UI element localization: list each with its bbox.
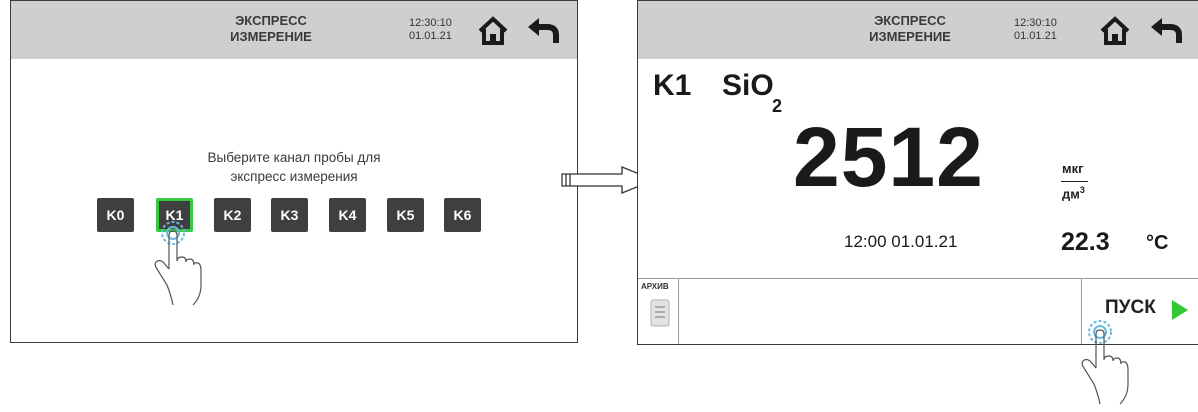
clock: 12:30:10 01.01.21 bbox=[1014, 17, 1057, 43]
title-line-1: ЭКСПРЕСС bbox=[874, 13, 946, 28]
back-arrow-icon[interactable] bbox=[1148, 15, 1184, 45]
title-line-2: ИЗМЕРЕНИЕ bbox=[230, 29, 312, 44]
clock: 12:30:10 01.01.21 bbox=[409, 17, 452, 43]
back-arrow-icon[interactable] bbox=[525, 15, 561, 45]
unit-numerator: мкг bbox=[1062, 161, 1084, 176]
measurement-screen: ЭКСПРЕСС ИЗМЕРЕНИЕ 12:30:10 01.01.21 K1 … bbox=[637, 0, 1198, 345]
component-label: SiO bbox=[722, 69, 774, 102]
channel-button-k5[interactable]: K5 bbox=[387, 198, 424, 232]
unit-power: 3 bbox=[1079, 185, 1085, 195]
channel-button-k0[interactable]: K0 bbox=[97, 198, 134, 232]
screen-title: ЭКСПРЕСС ИЗМЕРЕНИЕ bbox=[211, 13, 331, 45]
measurement-timestamp: 12:00 01.01.21 bbox=[844, 232, 958, 251]
start-label: ПУСК bbox=[1105, 297, 1156, 318]
unit-fraction-line bbox=[1061, 181, 1088, 182]
temperature-value: 22.3 bbox=[1061, 228, 1110, 256]
home-icon[interactable] bbox=[1099, 14, 1131, 46]
title-bar: ЭКСПРЕСС ИЗМЕРЕНИЕ 12:30:10 01.01.21 bbox=[11, 1, 577, 59]
channel-select-screen: ЭКСПРЕСС ИЗМЕРЕНИЕ 12:30:10 01.01.21 Выб… bbox=[10, 0, 578, 343]
measurement-value: 2512 bbox=[793, 110, 984, 204]
touch-hand-icon bbox=[154, 221, 202, 306]
clock-date: 01.01.21 bbox=[1014, 30, 1057, 42]
archive-button[interactable]: АРХИВ bbox=[638, 279, 679, 344]
prompt-line-2: экспресс измерения bbox=[230, 169, 358, 184]
channel-button-k2[interactable]: K2 bbox=[214, 198, 251, 232]
archive-label: АРХИВ bbox=[641, 282, 669, 291]
channel-label: K1 bbox=[653, 69, 692, 102]
clock-date: 01.01.21 bbox=[409, 30, 452, 42]
prompt-line-1: Выберите канал пробы для bbox=[207, 150, 381, 165]
play-icon bbox=[1172, 300, 1188, 320]
unit-denominator-text: дм bbox=[1062, 186, 1080, 202]
temperature-unit: °C bbox=[1146, 232, 1169, 254]
clock-time: 12:30:10 bbox=[1014, 17, 1057, 29]
channel-button-k6[interactable]: K6 bbox=[444, 198, 481, 232]
channel-button-k4[interactable]: K4 bbox=[329, 198, 366, 232]
component-subscript: 2 bbox=[772, 96, 783, 116]
home-icon[interactable] bbox=[477, 14, 509, 46]
archive-icon bbox=[650, 299, 670, 327]
clock-time: 12:30:10 bbox=[409, 17, 452, 29]
title-line-1: ЭКСПРЕСС bbox=[235, 13, 307, 28]
title-bar: ЭКСПРЕСС ИЗМЕРЕНИЕ 12:30:10 01.01.21 bbox=[638, 1, 1198, 59]
touch-hand-icon bbox=[1081, 320, 1129, 405]
channel-prompt: Выберите канал пробы для экспресс измере… bbox=[11, 148, 577, 186]
title-line-2: ИЗМЕРЕНИЕ bbox=[869, 29, 951, 44]
channel-button-k3[interactable]: K3 bbox=[271, 198, 308, 232]
screen-title: ЭКСПРЕСС ИЗМЕРЕНИЕ bbox=[850, 13, 970, 45]
unit-denominator: дм3 bbox=[1062, 185, 1085, 201]
